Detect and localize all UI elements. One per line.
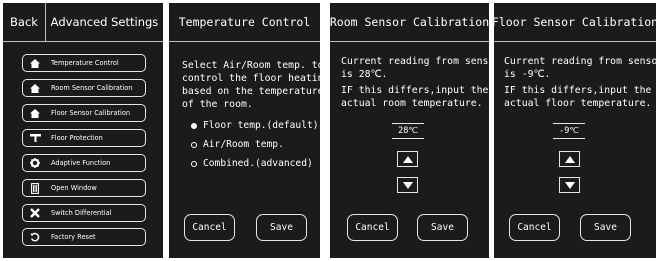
- save-button[interactable]: Save: [580, 214, 631, 241]
- arrow-up-icon: [402, 155, 413, 163]
- decrease-button[interactable]: [559, 177, 580, 193]
- window-icon: [23, 182, 47, 194]
- header: Floor Sensor Calibration: [491, 3, 659, 42]
- page-title: Temperature Control: [178, 15, 311, 29]
- floor-sensor-calibration-panel: Floor Sensor Calibration Current reading…: [491, 3, 659, 258]
- menu-label: Factory Reset: [51, 233, 96, 241]
- temperature-value[interactable]: -9℃: [553, 126, 585, 136]
- header: Room Sensor Calibration: [330, 3, 489, 42]
- page-title: Floor Sensor Calibration: [491, 15, 659, 29]
- arrow-down-icon: [564, 181, 575, 189]
- temperature-control-panel: Temperature Control Select Air/Room temp…: [169, 3, 329, 258]
- value-divider: [553, 123, 585, 124]
- back-button[interactable]: Back: [3, 3, 46, 41]
- option-floor-temp[interactable]: Floor temp.(default): [191, 120, 319, 131]
- room-sensor-calibration-panel: Room Sensor Calibration Current reading …: [330, 3, 500, 258]
- heater-icon: [23, 134, 47, 142]
- sensor-reading-text: Current reading from sensor is -9℃. IF t…: [504, 56, 659, 109]
- value-divider: [392, 138, 424, 139]
- menu-label: Floor Sensor Calibration: [51, 109, 131, 117]
- menu-label: Adaptive Function: [51, 159, 111, 167]
- radio-icon: [191, 141, 197, 148]
- cancel-button[interactable]: Cancel: [347, 214, 398, 241]
- advanced-settings-panel: Back Advanced Settings Temperature Contr…: [3, 3, 163, 258]
- cancel-button[interactable]: Cancel: [184, 214, 235, 241]
- arrow-up-icon: [564, 155, 575, 163]
- menu-label: Open Window: [51, 184, 97, 192]
- menu-temperature-control[interactable]: Temperature Control: [22, 54, 146, 72]
- increase-button[interactable]: [397, 151, 418, 167]
- radio-selected-icon: [191, 122, 197, 129]
- option-air-room-temp[interactable]: Air/Room temp.: [191, 139, 284, 150]
- cancel-button[interactable]: Cancel: [509, 214, 560, 241]
- increase-button[interactable]: [559, 151, 580, 167]
- arrow-down-icon: [402, 181, 413, 189]
- value-divider: [553, 138, 585, 139]
- house-icon: [23, 83, 47, 93]
- menu-label: Temperature Control: [51, 59, 119, 67]
- menu-factory-reset[interactable]: Factory Reset: [22, 228, 146, 246]
- house-icon: [23, 58, 47, 68]
- value-divider: [392, 123, 424, 124]
- menu-floor-protection[interactable]: Floor Protection: [22, 129, 146, 147]
- temperature-value[interactable]: 28℃: [392, 126, 424, 136]
- option-combined[interactable]: Combined.(advanced): [191, 158, 313, 169]
- reset-icon: [23, 232, 47, 242]
- menu-open-window[interactable]: Open Window: [22, 179, 146, 197]
- radio-icon: [191, 160, 197, 167]
- header: Temperature Control: [169, 3, 320, 42]
- save-button[interactable]: Save: [256, 214, 307, 241]
- decrease-button[interactable]: [397, 177, 418, 193]
- menu-floor-sensor-calibration[interactable]: Floor Sensor Calibration: [22, 104, 146, 122]
- page-title: Room Sensor Calibration: [329, 15, 490, 29]
- cross-icon: [23, 208, 47, 218]
- menu-label: Floor Protection: [51, 134, 103, 142]
- menu-adaptive-function[interactable]: Adaptive Function: [22, 154, 146, 172]
- page-title: Advanced Settings: [50, 15, 159, 29]
- menu-label: Room Sensor Calibration: [51, 84, 133, 92]
- save-button[interactable]: Save: [417, 214, 468, 241]
- sensor-reading-text: Current reading from sensor is 28℃. IF t…: [341, 56, 501, 109]
- gear-icon: [23, 158, 47, 168]
- description: Select Air/Room temp. to control the flo…: [182, 60, 330, 110]
- menu-switch-differential[interactable]: Switch Differential: [22, 204, 146, 222]
- house-icon: [23, 108, 47, 118]
- header: Back Advanced Settings: [3, 3, 163, 42]
- menu-room-sensor-calibration[interactable]: Room Sensor Calibration: [22, 79, 146, 97]
- menu-label: Switch Differential: [51, 209, 112, 217]
